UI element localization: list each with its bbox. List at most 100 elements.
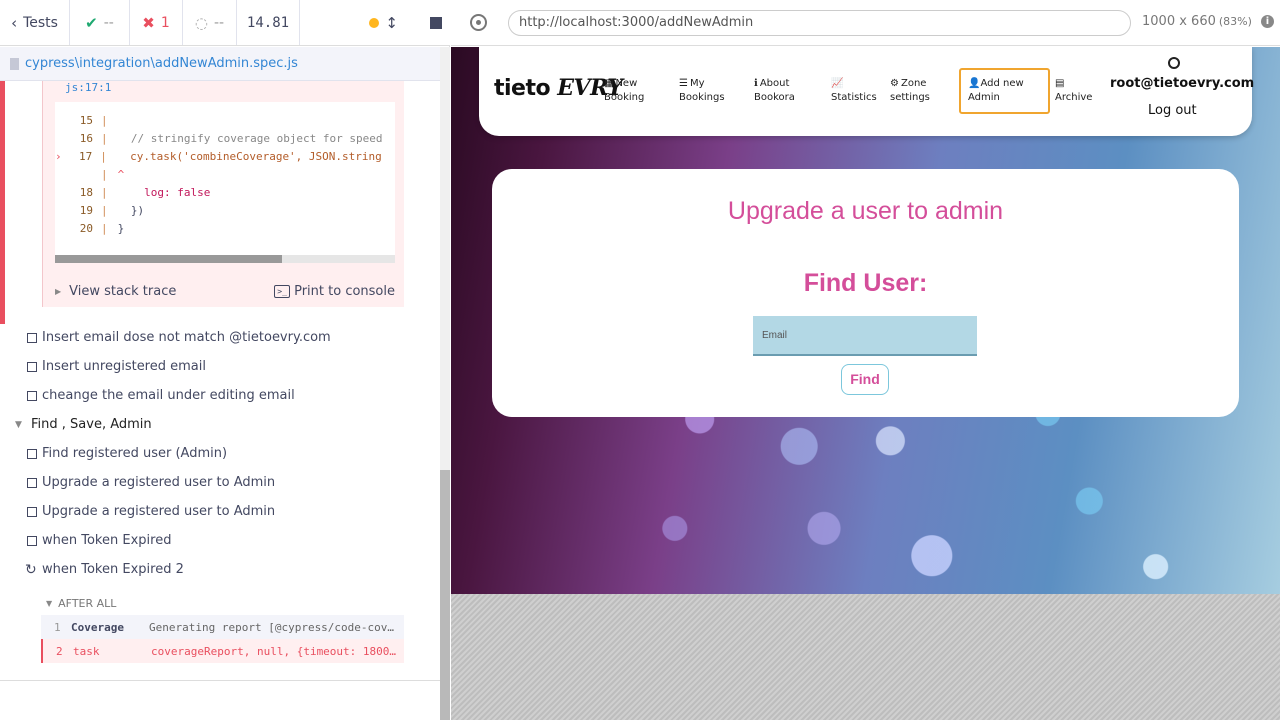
command-message: Generating report [@cypress/code-cov… <box>149 620 395 634</box>
find-button[interactable]: Find <box>841 364 889 395</box>
nav-archive[interactable]: ▤ Archive <box>1055 77 1092 105</box>
chart-icon: 📈 <box>831 78 844 89</box>
tests-button[interactable]: ‹ Tests <box>0 0 70 45</box>
command-message: coverageReport, null, {timeout: 1800… <box>151 644 397 658</box>
test-state-icon <box>27 506 37 517</box>
user-plus-icon: 👤 <box>968 78 981 89</box>
logout-link[interactable]: Log out <box>1148 103 1197 118</box>
user-email: root@tietoevry.com <box>1110 76 1255 91</box>
caret-down-icon: ▼ <box>46 599 53 608</box>
nav-zone-settings[interactable]: ⚙ Zone settings <box>890 77 930 105</box>
viewport-size: 1000 x 660 <box>1142 14 1216 29</box>
email-field[interactable] <box>753 316 977 356</box>
code-scrollbar[interactable] <box>55 255 395 263</box>
runnables-list: js:17:1 15 | 16 | // stringify coverage ob… <box>0 81 440 681</box>
passed-count: ✔ -- <box>70 0 130 45</box>
aut-url[interactable]: http://localhost:3000/addNewAdmin <box>508 10 1131 36</box>
code-line: 20 |} <box>79 222 125 235</box>
test-item[interactable]: Insert email dose not match @tietoevry.c… <box>0 323 440 352</box>
app-navbar: tieto EVRY ▦ New Booking ☰ My Bookings ℹ Abou… <box>479 47 1255 136</box>
test-item[interactable]: Insert unregistered email <box>0 352 440 381</box>
caret-down-icon: ▼ <box>15 419 22 430</box>
test-item-running[interactable]: ↻ when Token Expired 2 <box>0 555 440 584</box>
nav-my-bookings[interactable]: ☰ My Bookings <box>679 77 725 105</box>
tests-label: Tests <box>23 14 58 31</box>
upgrade-admin-card: Upgrade a user to admin Find User: Find <box>492 169 1239 417</box>
command-number: 2 <box>56 644 63 658</box>
after-all-label: AFTER ALL <box>58 597 117 610</box>
spec-file-bar[interactable]: cypress\integration\addNewAdmin.spec.js <box>0 47 440 81</box>
test-item[interactable]: Find registered user (Admin) <box>0 439 440 468</box>
after-all-hook[interactable]: ▼ AFTER ALL <box>40 591 404 616</box>
code-line-caret: | ^ <box>101 168 125 181</box>
test-title: Insert email dose not match @tietoevry.c… <box>42 330 331 345</box>
find-user-heading: Find User: <box>803 269 928 297</box>
test-state-icon <box>27 448 37 459</box>
test-title: cheange the email under editing email <box>42 388 295 403</box>
chevron-left-icon: ‹ <box>11 13 18 32</box>
test-item[interactable]: Upgrade a registered user to Admin <box>0 497 440 526</box>
x-icon: ✖ <box>142 13 155 32</box>
scrollbar-thumb[interactable] <box>440 470 450 720</box>
test-title: when Token Expired <box>42 533 172 548</box>
viewport-info: 1000 x 660 (83%) <box>1142 14 1252 29</box>
stop-icon[interactable] <box>430 16 442 29</box>
table-icon: ▤ <box>1055 78 1065 89</box>
check-icon: ✔ <box>85 13 98 32</box>
code-line: 18 | log: false <box>79 186 211 199</box>
command-row-failed[interactable]: 2 task coverageReport, null, {timeout: 1… <box>41 639 404 663</box>
arrows-vertical-icon[interactable]: ↕ <box>385 14 398 32</box>
view-stack-trace-button[interactable]: ▶ View stack trace <box>55 284 176 299</box>
aut-header: http://localhost:3000/addNewAdmin 1000 x… <box>451 0 1280 46</box>
page-title: Upgrade a user to admin <box>727 197 1004 225</box>
nav-new-booking[interactable]: ▦ New Booking <box>604 77 644 105</box>
reporter-header: ‹ Tests ✔ -- ✖ 1 ◌ -- 14.81 ↕ <box>0 0 450 46</box>
print-to-console-button[interactable]: >_ Print to console <box>274 284 395 299</box>
test-state-icon <box>27 535 37 546</box>
test-state-icon <box>27 361 37 372</box>
suite-title: Find , Save, Admin <box>31 417 152 432</box>
code-line-highlighted: › 17 | cy.task('combineCoverage', JSON.st… <box>55 150 382 163</box>
reporter-scrollbar[interactable] <box>440 47 450 720</box>
failure-indicator <box>0 81 5 324</box>
code-line: 15 | <box>79 114 108 127</box>
test-item[interactable]: Upgrade a registered user to Admin <box>0 468 440 497</box>
pending-value: -- <box>213 14 225 31</box>
info-icon: ℹ <box>754 78 758 89</box>
list-icon: ☰ <box>679 78 688 89</box>
failed-value: 1 <box>160 14 170 31</box>
file-icon <box>10 57 19 70</box>
test-item[interactable]: when Token Expired <box>0 526 440 555</box>
error-block: js:17:1 15 | 16 | // stringify coverage ob… <box>0 81 440 324</box>
info-icon[interactable]: i <box>1261 15 1274 28</box>
test-title: Upgrade a registered user to Admin <box>42 504 276 519</box>
command-row[interactable]: 1 Coverage Generating report [@cypress/c… <box>41 615 404 639</box>
code-line: 16 | // stringify coverage object for spe… <box>79 132 383 145</box>
nav-add-new-admin[interactable]: 👤Add new Admin <box>959 68 1050 114</box>
command-number: 1 <box>54 620 61 634</box>
nav-about[interactable]: ℹ About Bookora <box>754 77 795 105</box>
command-name: Coverage <box>71 620 124 634</box>
test-item[interactable]: cheange the email under editing email <box>0 381 440 410</box>
command-name: task <box>73 644 100 658</box>
run-controls: ↕ <box>300 0 450 45</box>
selector-playground-icon[interactable] <box>470 14 487 31</box>
duration: 14.81 <box>237 0 300 45</box>
viewport-scale: (83%) <box>1218 15 1252 28</box>
error-panel: js:17:1 15 | 16 | // stringify coverage ob… <box>42 81 404 307</box>
spec-path[interactable]: cypress\integration\addNewAdmin.spec.js <box>25 56 298 71</box>
nav-statistics[interactable]: 📈 Statistics <box>831 77 877 105</box>
test-state-icon <box>27 332 37 343</box>
calendar-icon: ▦ <box>604 78 614 89</box>
error-file-link[interactable]: js:17:1 <box>65 81 111 94</box>
suite-item[interactable]: ▼ Find , Save, Admin <box>0 410 440 439</box>
app-under-test: tieto EVRY ▦ New Booking ☰ My Bookings ℹ Abou… <box>451 47 1280 594</box>
test-title: Find registered user (Admin) <box>42 446 228 461</box>
auto-scroll-dot-icon[interactable] <box>369 17 380 28</box>
caret-right-icon: ▶ <box>55 286 62 296</box>
print-to-console-label: Print to console <box>294 283 395 299</box>
pending-count: ◌ -- <box>183 0 237 45</box>
code-line: 19 | }) <box>79 204 145 217</box>
circle-notch-icon: ◌ <box>194 13 208 32</box>
test-title: Upgrade a registered user to Admin <box>42 475 276 490</box>
